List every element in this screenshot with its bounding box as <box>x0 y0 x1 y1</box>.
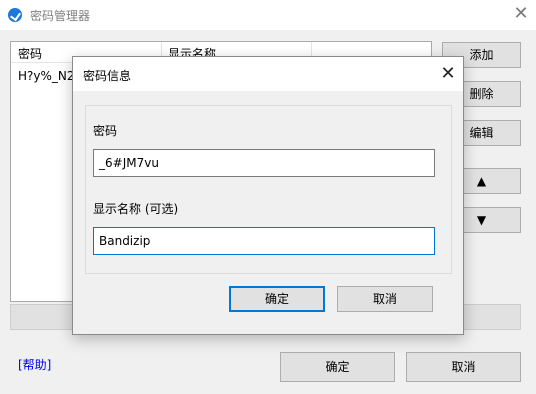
app-icon <box>8 8 22 22</box>
password-input[interactable]: _6#JM7vu <box>93 149 435 177</box>
cancel-button[interactable]: 取消 <box>406 352 521 382</box>
display-name-input[interactable]: Bandizip <box>93 227 435 255</box>
password-label: 密码 <box>93 124 118 138</box>
password-info-dialog: 密码信息 ✕ 密码 _6#JM7vu 显示名称 (可选) Bandizip 确定… <box>72 56 464 335</box>
close-icon[interactable]: ✕ <box>437 63 459 85</box>
list-item[interactable]: H?y%_N2l <box>18 69 78 83</box>
display-name-label: 显示名称 (可选) <box>93 202 179 216</box>
dialog-ok-button[interactable]: 确定 <box>229 286 325 312</box>
dialog-title-bar: 密码信息 ✕ <box>73 57 463 91</box>
title-bar: 密码管理器 ✕ <box>0 0 536 30</box>
close-icon[interactable]: ✕ <box>511 4 531 24</box>
dialog-cancel-button[interactable]: 取消 <box>337 286 433 312</box>
ok-button[interactable]: 确定 <box>280 352 395 382</box>
window-title: 密码管理器 <box>30 9 91 23</box>
column-header-password[interactable]: 密码 <box>18 45 42 62</box>
dialog-title: 密码信息 <box>83 69 132 83</box>
help-link[interactable]: [帮助] <box>18 356 51 373</box>
